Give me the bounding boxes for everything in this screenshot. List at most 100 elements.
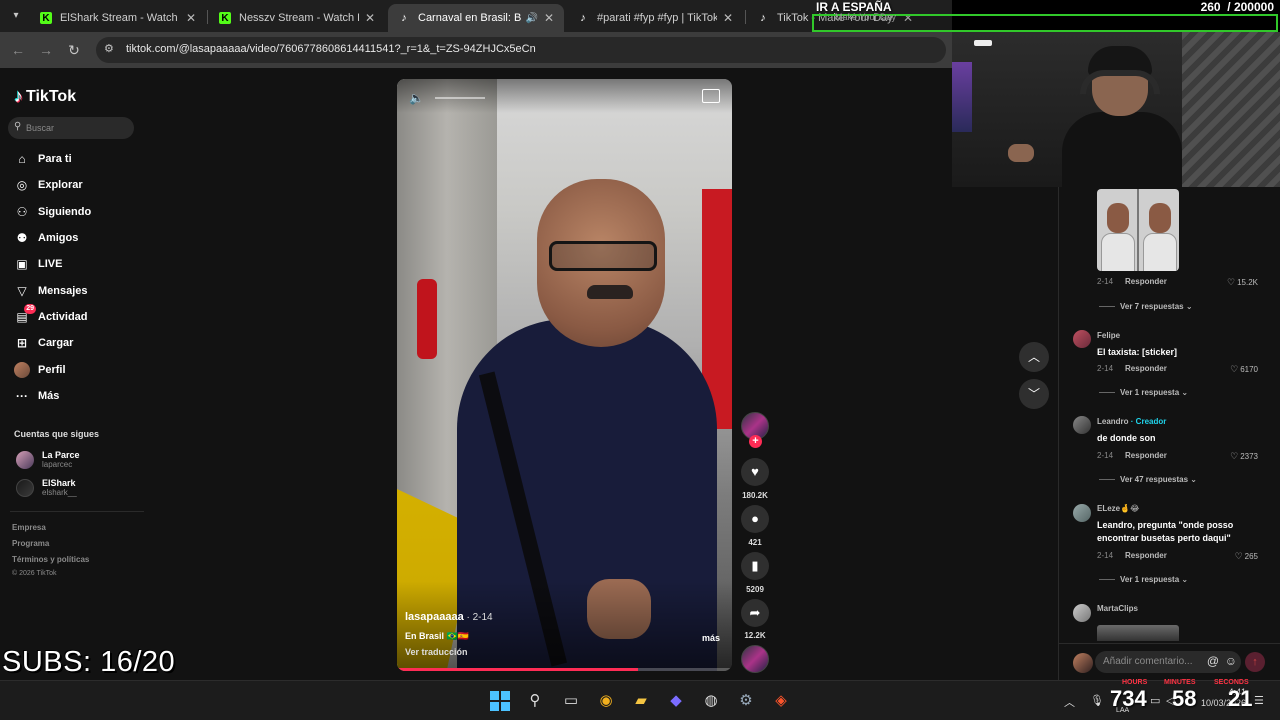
close-icon[interactable]: ✕ [186, 11, 196, 25]
avatar[interactable] [1073, 416, 1091, 434]
comment-like[interactable]: ♡ 15.2K [1227, 277, 1258, 288]
windows-start-icon[interactable] [490, 691, 510, 711]
close-icon[interactable]: ✕ [365, 11, 375, 25]
tab-carnaval-active[interactable]: ♪ Carnaval en Brasil: Busca 🔊 ✕ [388, 4, 564, 32]
forward-icon[interactable]: → [36, 40, 56, 60]
video-progress-bar[interactable] [397, 668, 732, 671]
app-icon[interactable]: ◆ [666, 691, 686, 711]
previous-video-button[interactable]: ︿ [1019, 342, 1049, 372]
nav-perfil[interactable]: Perfil [14, 360, 66, 380]
share-icon[interactable]: ➦ [741, 599, 769, 627]
brave-icon[interactable]: ◈ [771, 691, 791, 711]
windows-taskbar: ⚲ ▭ ◉ ▰ ◆ ◍ ⚙ ◈ ︿ 🎙 LAA ▭ ◁ ☰ [0, 680, 1280, 720]
follow-plus-icon[interactable]: + [749, 435, 762, 448]
video-player[interactable]: 🔈 lasapaaaaa · 2-14 En Brasil 🇧🇷🇪🇸 Ver t… [397, 79, 732, 671]
account-elshark[interactable]: ElShark elshark__ [16, 478, 77, 497]
url-text: tiktok.com/@lasapaaaaa/video/76067786086… [126, 43, 536, 55]
tiktok-icon: ♪ [401, 12, 407, 24]
comment-like[interactable]: ♡ 6170 [1230, 364, 1258, 375]
comment-input[interactable]: Añadir comentario... @ ☺ [1095, 651, 1241, 673]
close-icon[interactable]: ✕ [544, 11, 554, 25]
comment-like[interactable]: ♡ 265 [1235, 551, 1258, 562]
timer-seconds: 21 [1228, 686, 1253, 711]
reply-button[interactable]: Responder [1125, 364, 1167, 373]
view-replies-button[interactable]: Ver 47 respuestas ⌄ [1099, 475, 1197, 484]
like-heart-icon[interactable]: ♥ [741, 458, 769, 486]
view-replies-button[interactable]: Ver 1 respuesta ⌄ [1099, 388, 1188, 397]
nav-mensajes[interactable]: ▽ Mensajes [14, 281, 87, 301]
bookmark-icon[interactable]: ▮ [741, 552, 769, 580]
comment-image-thumbnail[interactable] [1097, 625, 1179, 641]
view-replies-button[interactable]: Ver 1 respuesta ⌄ [1099, 575, 1188, 584]
music-disc-icon[interactable] [741, 645, 769, 673]
timer-hours-label: HOURS [1122, 679, 1148, 686]
footer-link-empresa[interactable]: Empresa [12, 523, 46, 532]
nav-live[interactable]: ▣ LIVE [14, 254, 62, 274]
tab-nesszv[interactable]: K Nesszv Stream - Watch Live o ✕ [209, 4, 385, 32]
comment-sticker-image[interactable] [1097, 189, 1179, 271]
nav-mas[interactable]: ··· Más [14, 386, 59, 406]
commenter-name[interactable]: ELeze🤞😂 [1097, 504, 1139, 513]
comment-icon[interactable]: ● [741, 505, 769, 533]
volume-slider[interactable] [435, 97, 485, 99]
view-replies-button[interactable]: Ver 7 respuestas ⌄ [1099, 302, 1193, 311]
task-view-icon[interactable]: ▭ [561, 691, 581, 711]
chrome-icon[interactable]: ◉ [596, 691, 616, 711]
account-la-parce[interactable]: La Parce laparcec [16, 450, 80, 469]
back-icon[interactable]: ← [8, 40, 28, 60]
translate-link[interactable]: Ver traducción [405, 647, 468, 657]
file-explorer-icon[interactable]: ▰ [631, 691, 651, 711]
tiktok-logo[interactable]: ♪ TikTok [14, 86, 76, 107]
next-video-button[interactable]: ﹀ [1019, 379, 1049, 409]
nav-explorar[interactable]: ◎ Explorar [14, 175, 83, 195]
commenter-name[interactable]: Felipe [1097, 331, 1120, 340]
avatar[interactable] [1073, 604, 1091, 622]
following-section-title: Cuentas que sigues [14, 429, 100, 439]
reply-button[interactable]: Responder [1125, 551, 1167, 560]
tab-elshark[interactable]: K ElShark Stream - Watch Live ✕ [30, 4, 206, 32]
video-author[interactable]: lasapaaaaa · 2-14 [405, 611, 493, 623]
avatar [16, 478, 34, 497]
reload-icon[interactable]: ↻ [64, 40, 84, 60]
commenter-name[interactable]: Leandro · Creador [1097, 417, 1166, 426]
volume-icon[interactable]: 🔈 [409, 91, 424, 105]
view-replies-label: Ver 7 respuestas [1120, 302, 1184, 311]
nav-actividad[interactable]: ▤ 29 Actividad [14, 304, 88, 327]
nav-amigos[interactable]: ⚉ Amigos [14, 228, 79, 248]
comment-like[interactable]: ♡ 2373 [1230, 451, 1258, 462]
notifications-icon[interactable]: ☰ [1254, 694, 1264, 707]
nav-para-ti[interactable]: ⌂ Para ti [14, 149, 71, 169]
following-icon: ⚇ [16, 205, 28, 219]
avatar[interactable] [1073, 330, 1091, 348]
mention-icon[interactable]: @ [1207, 654, 1219, 668]
footer-link-programa[interactable]: Programa [12, 539, 49, 548]
search-icon[interactable]: ⚲ [525, 691, 545, 711]
nav-cargar[interactable]: ⊞ Cargar [14, 333, 74, 353]
search-input[interactable]: ⚲ Buscar [8, 117, 134, 139]
reply-button[interactable]: Responder [1125, 451, 1167, 460]
microphone-icon[interactable]: 🎙 [1090, 694, 1104, 707]
tab-parati[interactable]: ♪ #parati #fyp #fyp | TikTok ✕ [567, 4, 743, 32]
picture-in-picture-icon[interactable] [702, 89, 720, 103]
avatar[interactable] [1073, 504, 1091, 522]
tab-search-button[interactable]: ▾ [6, 6, 26, 26]
site-info-icon[interactable]: ⚙ [104, 42, 118, 56]
commenter-name[interactable]: MartaClips [1097, 604, 1138, 613]
speaker-icon[interactable]: 🔊 [525, 13, 537, 24]
url-field[interactable]: ⚙ tiktok.com/@lasapaaaaa/video/760677860… [96, 37, 946, 63]
obs-icon[interactable]: ◍ [701, 691, 721, 711]
reply-button[interactable]: Responder [1125, 277, 1167, 286]
more-link[interactable]: más [702, 633, 720, 643]
network-icon[interactable]: ▭ [1150, 694, 1160, 707]
tray-chevron-icon[interactable]: ︿ [1064, 694, 1075, 710]
notification-badge: 29 [24, 304, 36, 314]
emoji-icon[interactable]: ☺ [1225, 654, 1237, 668]
send-arrow-icon[interactable]: ↑ [1245, 652, 1265, 672]
like-count: 265 [1244, 552, 1258, 561]
close-icon[interactable]: ✕ [723, 11, 733, 25]
steam-icon[interactable]: ⚙ [736, 691, 756, 711]
footer-link-terminos[interactable]: Términos y políticas [12, 555, 89, 564]
heart-outline-icon: ♡ [1230, 364, 1239, 374]
nav-siguiendo[interactable]: ⚇ Siguiendo [14, 202, 92, 222]
account-handle: elshark__ [42, 488, 77, 497]
